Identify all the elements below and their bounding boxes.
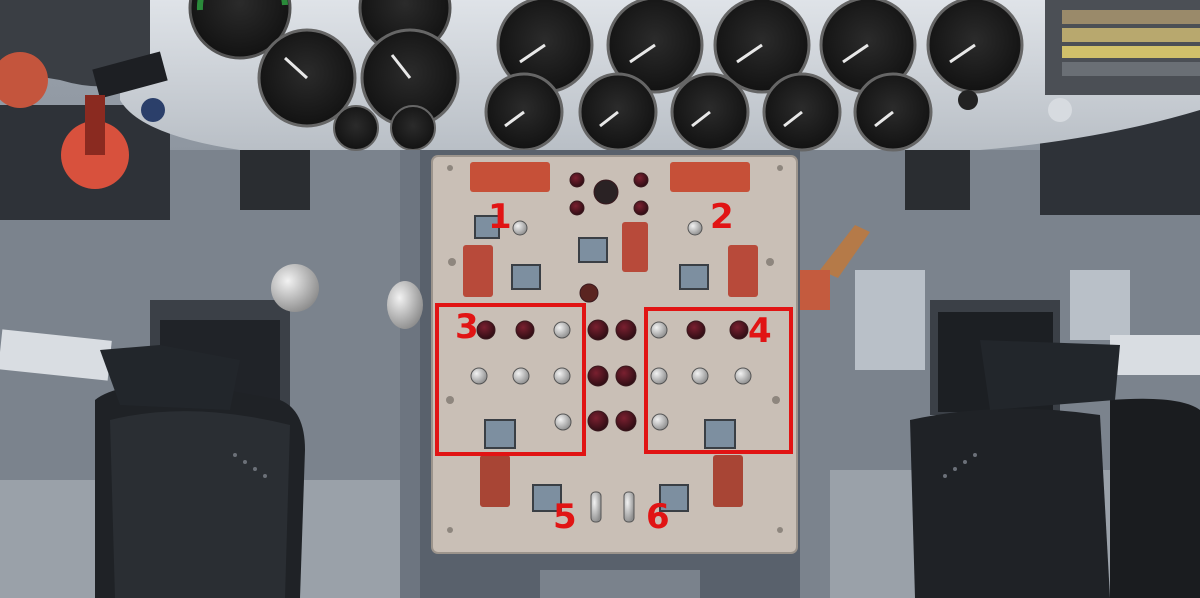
cockpit-view: 1 2 3 4 5 6 bbox=[0, 0, 1200, 598]
cockpit-artwork bbox=[0, 0, 1200, 598]
callout-6: 6 bbox=[646, 497, 670, 537]
callout-1: 1 bbox=[488, 197, 512, 237]
callout-3: 3 bbox=[455, 307, 479, 347]
callout-5: 5 bbox=[553, 497, 577, 537]
callout-2: 2 bbox=[710, 197, 734, 237]
callout-4: 4 bbox=[748, 311, 772, 351]
